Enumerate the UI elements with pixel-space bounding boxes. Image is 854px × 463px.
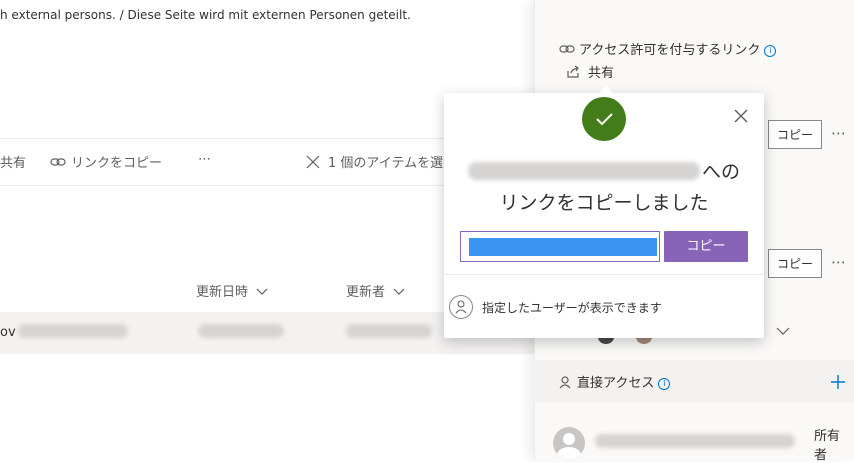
success-check-icon xyxy=(582,97,626,141)
share-command[interactable]: 共有 xyxy=(0,152,26,171)
redacted-modified-by xyxy=(346,324,432,338)
chevron-down-icon xyxy=(393,288,405,295)
owner-role-label-2: 者 xyxy=(814,448,828,463)
owner-role-label-1: 所有 xyxy=(814,429,841,444)
add-icon[interactable] xyxy=(830,374,846,390)
redacted-file-name xyxy=(18,324,128,338)
link-copy-button-2[interactable]: コピー xyxy=(768,249,822,278)
info-icon[interactable]: i xyxy=(764,44,777,57)
copy-button[interactable]: コピー xyxy=(664,231,748,262)
user-avatar xyxy=(553,427,585,459)
link-more-button-1[interactable]: ⋯ xyxy=(831,124,847,142)
copy-link-command[interactable]: リンクをコピー xyxy=(50,152,162,171)
link-icon xyxy=(559,45,575,53)
link-copy-button-1[interactable]: コピー xyxy=(768,120,822,149)
row-name-fragment: ov xyxy=(0,325,16,340)
chevron-down-icon[interactable] xyxy=(776,326,790,336)
selection-status[interactable]: 1 個のアイテムを選 xyxy=(306,152,443,171)
redacted-user-name xyxy=(595,434,795,448)
selected-link-text xyxy=(469,238,657,256)
dialog-divider xyxy=(444,274,764,275)
clear-selection-icon[interactable] xyxy=(306,155,320,169)
link-icon xyxy=(50,158,66,166)
dialog-title-line1: への xyxy=(444,157,764,184)
person-icon xyxy=(559,376,571,389)
direct-access-title: 直接アクセス i xyxy=(559,372,671,391)
share-icon xyxy=(567,65,579,78)
sharing-banner-text: h external persons. / Diese Seite wird m… xyxy=(0,8,411,22)
redacted-file-name xyxy=(467,162,700,180)
close-icon[interactable] xyxy=(731,106,751,126)
dialog-title-line2: リンクをコピーしました xyxy=(499,192,709,214)
dialog-beak xyxy=(598,86,614,94)
people-icon xyxy=(449,295,473,319)
column-header-modified[interactable]: 更新日時 xyxy=(196,281,268,300)
copied-link-field[interactable] xyxy=(460,231,660,262)
panel-share-link[interactable]: 共有 xyxy=(566,62,614,81)
info-icon[interactable]: i xyxy=(658,377,671,390)
link-more-button-2[interactable]: ⋯ xyxy=(831,253,847,271)
redacted-modified-date xyxy=(198,324,284,338)
chevron-down-icon xyxy=(256,288,268,295)
more-commands-button[interactable]: ⋯ xyxy=(198,152,211,167)
links-section-title: アクセス許可を付与するリンク i xyxy=(559,39,777,58)
column-header-modified-by[interactable]: 更新者 xyxy=(346,281,405,300)
link-audience-text[interactable]: 指定したユーザーが表示できます xyxy=(482,299,662,316)
